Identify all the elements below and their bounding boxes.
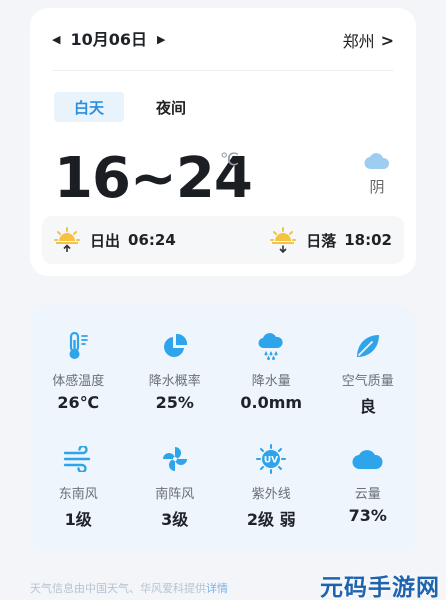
detail-value: 良 xyxy=(359,397,376,416)
pie-chart-icon xyxy=(163,333,187,357)
watermark: 元码手游网 xyxy=(320,575,440,600)
detail-feels-like: 体感温度 26℃ xyxy=(30,328,127,417)
detail-value: 2级 弱 xyxy=(246,510,296,529)
thermometer-icon xyxy=(69,331,89,359)
day-night-tabs: 白天 夜间 xyxy=(54,92,206,122)
rain-cloud-icon xyxy=(258,333,283,360)
detail-precip-prob: 降水概率 25% xyxy=(127,328,224,417)
detail-label: 空气质量 xyxy=(341,374,394,389)
source-text: 天气信息由中国天气、华风爱科提供 xyxy=(30,582,206,595)
detail-label: 东南风 xyxy=(58,487,98,502)
detail-wind-direction: 东南风 1级 xyxy=(30,441,127,530)
sunrise-info: 日出 06:24 xyxy=(54,227,176,253)
overcast-cloud-icon xyxy=(364,153,390,170)
wind-icon xyxy=(64,446,91,472)
detail-uv: UV 紫外线 2级 弱 xyxy=(223,441,320,530)
detail-value: 3级 xyxy=(161,510,189,529)
detail-label: 降水概率 xyxy=(148,374,201,389)
tab-day[interactable]: 白天 xyxy=(54,92,124,122)
detail-value: 0.0mm xyxy=(240,393,303,412)
sunrise-icon xyxy=(54,227,80,252)
detail-label: 体感温度 xyxy=(52,374,105,389)
sunset-icon xyxy=(270,227,297,253)
divider xyxy=(52,70,394,71)
city-name: 郑州 xyxy=(342,32,375,51)
details-link[interactable]: 详情 xyxy=(206,582,228,595)
weather-details-card: 体感温度 26℃ 降水概率 25% 降水量 0.0mm 空气质量 良 东南风 1… xyxy=(30,306,416,552)
weather-summary-card: ◀ 10月06日 ▶ 郑州 > 白天 夜间 16~24 ℃ 阴 日出 06:24… xyxy=(30,8,416,276)
detail-precip-amount: 降水量 0.0mm xyxy=(223,328,320,417)
temperature-unit: ℃ xyxy=(220,150,240,170)
sunrise-time: 06:24 xyxy=(128,231,176,249)
sunset-info: 日落 18:02 xyxy=(270,227,392,253)
sunset-time: 18:02 xyxy=(344,231,392,249)
detail-value: 1级 xyxy=(64,510,92,529)
sunset-label: 日落 xyxy=(306,231,337,250)
date-text: 10月06日 xyxy=(70,30,148,49)
detail-label: 紫外线 xyxy=(251,487,291,502)
cloud-icon xyxy=(352,450,383,470)
detail-gust: 南阵风 3级 xyxy=(127,441,224,530)
detail-value: 25% xyxy=(155,393,194,412)
sunrise-label: 日出 xyxy=(90,231,121,250)
detail-label: 云量 xyxy=(354,487,381,502)
svg-text:UV: UV xyxy=(264,456,278,466)
detail-label: 降水量 xyxy=(251,374,291,389)
pinwheel-icon xyxy=(162,447,187,471)
leaf-icon xyxy=(356,335,379,357)
prev-day-arrow-icon[interactable]: ◀ xyxy=(52,28,60,52)
next-day-arrow-icon[interactable]: ▶ xyxy=(157,28,165,52)
chevron-right-icon: > xyxy=(380,30,394,50)
condition-label: 阴 xyxy=(369,178,385,196)
detail-label: 南阵风 xyxy=(155,487,195,502)
data-source-note: 天气信息由中国天气、华风爱科提供详情 xyxy=(30,580,228,596)
tab-night[interactable]: 夜间 xyxy=(136,92,206,122)
weather-condition: 阴 xyxy=(360,152,394,197)
detail-value: 26℃ xyxy=(57,393,100,412)
date-selector: ◀ 10月06日 ▶ 郑州 > xyxy=(52,28,394,52)
detail-air-quality: 空气质量 良 xyxy=(320,328,417,417)
uv-sun-icon: UV xyxy=(256,444,287,474)
city-selector[interactable]: 郑州 > xyxy=(343,28,394,52)
detail-cloud-cover: 云量 73% xyxy=(320,441,417,530)
detail-value: 73% xyxy=(348,506,387,525)
details-grid: 体感温度 26℃ 降水概率 25% 降水量 0.0mm 空气质量 良 东南风 1… xyxy=(30,328,416,530)
sun-times-bar: 日出 06:24 日落 18:02 xyxy=(42,216,404,264)
